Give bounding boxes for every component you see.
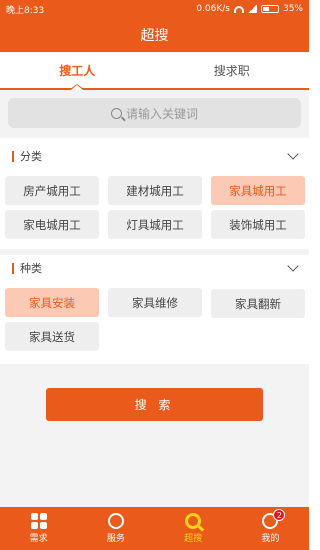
nav-label: 超搜	[184, 534, 203, 544]
status-bar: 晚上8:33 0.06K/s 35%	[0, 0, 309, 18]
category-label: 分类	[20, 150, 42, 163]
status-time: 晚上8:33	[6, 5, 45, 16]
nav-label: 需求	[29, 534, 48, 544]
nav-item-mine[interactable]: 2 我的	[232, 507, 309, 550]
tab-search-jobs[interactable]: 搜求职	[155, 52, 310, 88]
kind-options: 家具安装 家具维修 家具翻新 家具送货	[0, 281, 309, 364]
category-option[interactable]: 装饰城用工	[211, 210, 305, 239]
nav-label: 我的	[261, 534, 280, 544]
kind-header[interactable]: 种类	[0, 255, 309, 281]
notification-badge: 2	[273, 509, 286, 521]
bottom-nav: 需求 服务 超搜 2 我的	[0, 507, 309, 550]
search-area: 请输入关键词	[0, 90, 309, 138]
bottom-background	[0, 364, 309, 507]
category-option[interactable]: 房产城用工	[5, 176, 99, 205]
battery-icon	[260, 5, 279, 13]
kind-option[interactable]: 家具送货	[5, 322, 99, 351]
signal-icon	[247, 5, 257, 13]
nav-label: 服务	[106, 534, 125, 544]
category-option[interactable]: 建材城用工	[108, 176, 202, 205]
kind-label: 种类	[20, 262, 42, 275]
chevron-down-icon[interactable]	[287, 148, 299, 160]
kind-option-selected[interactable]: 家具安装	[5, 288, 99, 317]
search-button[interactable]: 搜 索	[46, 388, 263, 421]
category-options: 房产城用工 建材城用工 家具城用工 家电城用工 灯具城用工 装饰城用工	[0, 169, 309, 249]
status-right: 0.06K/s 35%	[196, 4, 303, 14]
category-option[interactable]: 家电城用工	[5, 210, 99, 239]
wifi-icon	[233, 5, 244, 13]
search-icon	[110, 107, 122, 119]
nav-item-supersearch[interactable]: 超搜	[155, 507, 232, 550]
category-option[interactable]: 灯具城用工	[108, 210, 202, 239]
kind-option[interactable]: 家具维修	[108, 288, 202, 317]
search-input[interactable]: 请输入关键词	[8, 98, 301, 128]
tab-search-workers[interactable]: 搜工人	[0, 52, 155, 90]
kind-option[interactable]: 家具翻新	[211, 289, 305, 318]
title-bar: 超搜	[0, 18, 309, 52]
chevron-down-icon[interactable]	[287, 260, 299, 272]
category-option-selected[interactable]: 家具城用工	[211, 176, 305, 205]
search-placeholder: 请输入关键词	[125, 106, 198, 121]
section-marker	[12, 262, 14, 274]
section-marker	[12, 150, 14, 162]
battery-percent: 35%	[282, 4, 303, 14]
category-header[interactable]: 分类	[0, 143, 309, 169]
page-title: 超搜	[140, 28, 169, 44]
grid-icon	[30, 513, 47, 529]
nav-item-demand[interactable]: 需求	[0, 507, 77, 550]
nav-item-service[interactable]: 服务	[77, 507, 154, 550]
handshake-icon	[107, 513, 124, 529]
tab-bar: 搜工人 搜求职	[0, 52, 309, 90]
search-icon	[185, 513, 202, 529]
network-speed: 0.06K/s	[196, 4, 230, 14]
